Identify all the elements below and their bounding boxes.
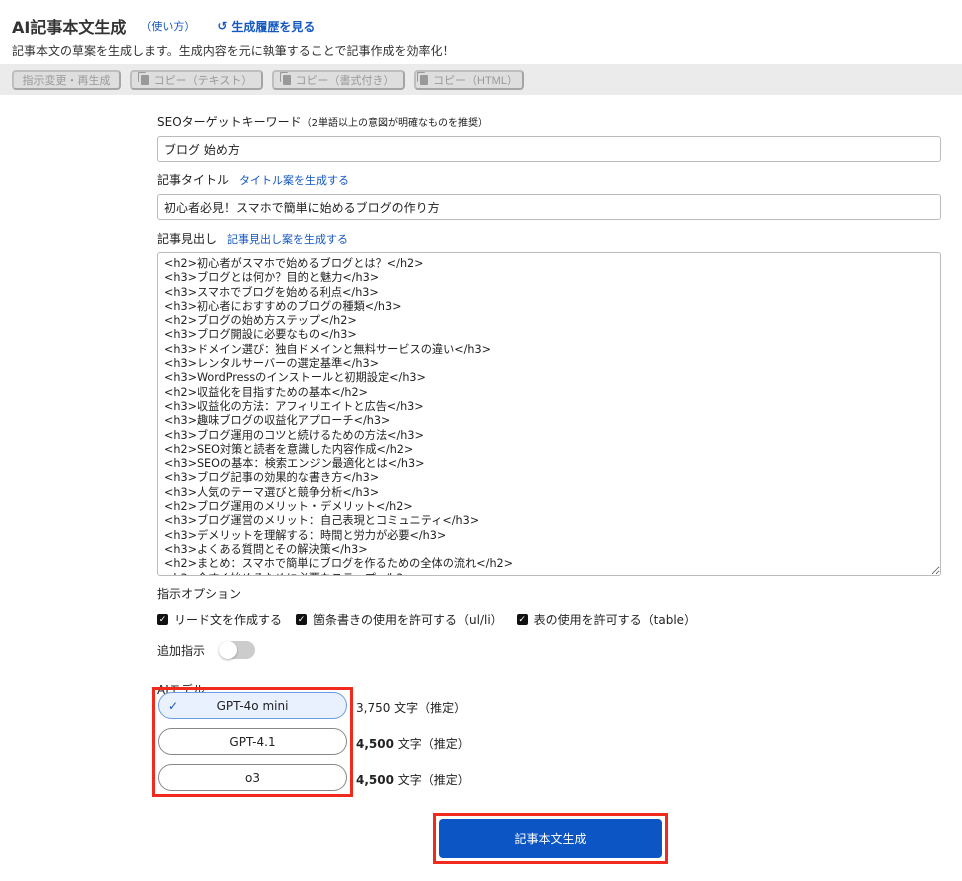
copy-icon — [140, 74, 149, 85]
extra-instruction-label: 追加指示 — [157, 643, 206, 658]
keyword-label: SEOターゲットキーワード （2単語以上の意図が明確なものを推奨） — [157, 113, 941, 130]
extra-instruction-toggle[interactable] — [219, 641, 256, 659]
option-label: 箇条書きの使用を許可する（ul/li） — [313, 613, 503, 627]
generate-title-link[interactable]: タイトル案を生成する — [239, 172, 349, 188]
regenerate-button[interactable]: 指示変更・再生成 — [12, 69, 121, 90]
options-label: 指示オプション — [157, 587, 242, 601]
title-input[interactable]: 初心者必見！スマホで簡単に始めるブログの作り方 — [157, 194, 941, 220]
history-link[interactable]: ↺ 生成履歴を見る — [217, 18, 315, 35]
model-estimate: 4,500 文字（推定） — [356, 735, 470, 752]
generate-highlight: 記事本文生成 — [433, 813, 668, 864]
model-name: o3 — [245, 770, 260, 785]
estimate-count: 4,500 — [356, 737, 394, 751]
copy-html-label: コピー（HTML） — [433, 74, 518, 87]
copy-formatted-button[interactable]: コピー（書式付き） — [272, 69, 405, 90]
copy-text-label: コピー（テキスト） — [153, 74, 253, 87]
copy-icon — [282, 74, 291, 85]
copy-formatted-label: コピー（書式付き） — [295, 74, 395, 87]
copy-icon — [420, 74, 429, 85]
headings-textarea[interactable]: <h2>初心者がスマホで始めるブログとは？</h2> <h3>ブログとは何か？目… — [157, 252, 941, 576]
model-name: GPT-4o mini — [216, 698, 289, 713]
header: AI記事本文生成 （使い方） ↺ 生成履歴を見る — [12, 14, 315, 38]
option-label: 表の使用を許可する（table） — [533, 613, 697, 627]
generate-headings-link[interactable]: 記事見出し案を生成する — [227, 231, 348, 247]
title-label: 記事タイトル — [157, 173, 230, 187]
checkbox-checked-icon: ✓ — [516, 614, 528, 625]
estimate-unit: 文字（推定） — [393, 773, 470, 787]
copy-html-button[interactable]: コピー（HTML） — [414, 69, 524, 90]
model-option-gpt-4o-mini[interactable]: ✓ GPT-4o mini — [158, 692, 347, 719]
history-link-label: 生成履歴を見る — [231, 19, 316, 34]
option-lead-checkbox[interactable]: ✓ リード文を作成する — [157, 611, 282, 628]
keyword-label-text: SEOターゲットキーワード — [157, 115, 302, 129]
page-description: 記事本文の草案を生成します。生成内容を元に執筆することで記事作成を効率化！ — [12, 44, 455, 58]
page-title: AI記事本文生成 — [12, 18, 127, 37]
model-name: GPT-4.1 — [229, 734, 276, 749]
checkbox-checked-icon: ✓ — [296, 614, 308, 625]
history-icon: ↺ — [217, 19, 228, 33]
model-option-gpt-4-1[interactable]: GPT-4.1 — [158, 728, 347, 755]
model-estimate: 4,500 文字（推定） — [356, 771, 470, 788]
checkbox-checked-icon: ✓ — [157, 614, 168, 625]
estimate-count: 3,750 — [356, 701, 391, 715]
keyword-hint: （2単語以上の意図が明確なものを推奨） — [301, 118, 489, 129]
generate-article-button[interactable]: 記事本文生成 — [439, 819, 662, 858]
headings-label: 記事見出し — [157, 232, 218, 246]
option-table-checkbox[interactable]: ✓ 表の使用を許可する（table） — [516, 611, 697, 628]
copy-text-button[interactable]: コピー（テキスト） — [130, 69, 263, 90]
usage-link[interactable]: （使い方） — [140, 18, 195, 34]
model-estimate: 3,750 文字（推定） — [356, 699, 466, 716]
keyword-input[interactable]: ブログ 始め方 — [157, 136, 941, 162]
estimate-unit: 文字（推定） — [390, 701, 467, 715]
estimate-count: 4,500 — [356, 773, 394, 787]
toolbar: 指示変更・再生成 コピー（テキスト） コピー（書式付き） コピー（HTML） — [0, 64, 962, 95]
check-icon: ✓ — [168, 698, 179, 713]
estimate-unit: 文字（推定） — [393, 737, 470, 751]
model-option-o3[interactable]: o3 — [158, 764, 347, 791]
regenerate-label: 指示変更・再生成 — [22, 74, 111, 87]
option-list-checkbox[interactable]: ✓ 箇条書きの使用を許可する（ul/li） — [296, 611, 503, 628]
option-label: リード文を作成する — [174, 613, 283, 627]
